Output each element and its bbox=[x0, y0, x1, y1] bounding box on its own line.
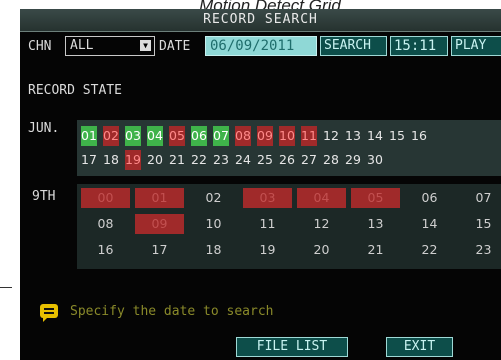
hour-cell[interactable]: 15 bbox=[459, 214, 501, 234]
divider bbox=[0, 287, 12, 288]
day-cell[interactable]: 10 bbox=[279, 126, 295, 146]
day-cell[interactable]: 28 bbox=[323, 150, 339, 170]
channel-value: ALL bbox=[70, 38, 94, 53]
day-cell[interactable]: 26 bbox=[279, 150, 295, 170]
hour-cell[interactable]: 16 bbox=[81, 240, 130, 260]
hour-cell[interactable]: 18 bbox=[189, 240, 238, 260]
hour-cell[interactable]: 14 bbox=[405, 214, 454, 234]
selected-day-label: 9TH bbox=[32, 189, 56, 204]
month-label: JUN. bbox=[28, 121, 60, 136]
day-cell[interactable]: 01 bbox=[81, 126, 97, 146]
dropdown-arrow-icon[interactable]: ▼ bbox=[140, 40, 151, 51]
day-cell[interactable]: 14 bbox=[367, 126, 383, 146]
hour-cell[interactable]: 00 bbox=[81, 188, 130, 208]
day-cell[interactable]: 30 bbox=[367, 150, 383, 170]
chn-label: CHN bbox=[28, 39, 52, 54]
hour-cell[interactable]: 20 bbox=[297, 240, 346, 260]
hour-cell[interactable]: 07 bbox=[459, 188, 501, 208]
dvr-screen: RECORD SEARCH CHN ALL ▼ DATE 06/09/2011 … bbox=[20, 9, 501, 360]
search-button[interactable]: SEARCH bbox=[320, 36, 387, 56]
hour-cell[interactable]: 23 bbox=[459, 240, 501, 260]
hour-cell[interactable]: 04 bbox=[297, 188, 346, 208]
record-state-label: RECORD STATE bbox=[28, 83, 122, 98]
calendar-grid: 01 02 03 04 05 06 07 08 09 10 11 12 13 14 15 16 17 18 19 20… bbox=[77, 120, 501, 176]
day-cell[interactable]: 22 bbox=[191, 150, 207, 170]
day-cell[interactable]: 11 bbox=[301, 126, 317, 146]
day-cell[interactable]: 21 bbox=[169, 150, 185, 170]
hour-cell[interactable]: 08 bbox=[81, 214, 130, 234]
message-icon bbox=[40, 304, 58, 322]
day-cell[interactable]: 25 bbox=[257, 150, 273, 170]
hour-cell[interactable]: 01 bbox=[135, 188, 184, 208]
day-cell[interactable]: 19 bbox=[125, 150, 141, 170]
day-cell[interactable]: 12 bbox=[323, 126, 339, 146]
window-title: RECORD SEARCH bbox=[20, 9, 501, 32]
hour-cell[interactable]: 12 bbox=[297, 214, 346, 234]
hint-text: Specify the date to search bbox=[70, 304, 274, 319]
day-cell[interactable]: 24 bbox=[235, 150, 251, 170]
hour-cell[interactable]: 10 bbox=[189, 214, 238, 234]
hour-cell[interactable]: 13 bbox=[351, 214, 400, 234]
hour-cell[interactable]: 06 bbox=[405, 188, 454, 208]
date-field[interactable]: 06/09/2011 bbox=[205, 36, 317, 56]
day-cell[interactable]: 23 bbox=[213, 150, 229, 170]
hour-grid: 00 01 02 03 04 05 06 07 08 09 10 11 12 13 14 15 16 17 18 19… bbox=[77, 184, 501, 269]
hour-cell[interactable]: 11 bbox=[243, 214, 292, 234]
hour-cell[interactable]: 21 bbox=[351, 240, 400, 260]
day-cell[interactable]: 06 bbox=[191, 126, 207, 146]
time-field[interactable]: 15:11 bbox=[390, 36, 448, 56]
day-cell[interactable]: 13 bbox=[345, 126, 361, 146]
day-cell[interactable]: 16 bbox=[411, 126, 427, 146]
file-list-button[interactable]: FILE LIST bbox=[236, 337, 348, 357]
day-cell[interactable]: 04 bbox=[147, 126, 163, 146]
day-cell[interactable]: 15 bbox=[389, 126, 405, 146]
channel-select[interactable]: ALL ▼ bbox=[65, 36, 155, 56]
day-cell[interactable]: 03 bbox=[125, 126, 141, 146]
hour-cell[interactable]: 17 bbox=[135, 240, 184, 260]
hour-cell[interactable]: 09 bbox=[135, 214, 184, 234]
day-cell[interactable]: 27 bbox=[301, 150, 317, 170]
day-cell[interactable]: 17 bbox=[81, 150, 97, 170]
hour-cell[interactable]: 05 bbox=[351, 188, 400, 208]
exit-button[interactable]: EXIT bbox=[386, 337, 453, 357]
hour-cell[interactable]: 22 bbox=[405, 240, 454, 260]
day-cell[interactable]: 29 bbox=[345, 150, 361, 170]
day-cell[interactable]: 18 bbox=[103, 150, 119, 170]
play-button[interactable]: PLAY bbox=[451, 36, 501, 56]
date-label: DATE bbox=[159, 39, 191, 54]
day-cell[interactable]: 02 bbox=[103, 126, 119, 146]
hour-cell[interactable]: 03 bbox=[243, 188, 292, 208]
day-cell[interactable]: 09 bbox=[257, 126, 273, 146]
day-cell[interactable]: 05 bbox=[169, 126, 185, 146]
hour-cell[interactable]: 02 bbox=[189, 188, 238, 208]
hour-cell[interactable]: 19 bbox=[243, 240, 292, 260]
day-cell[interactable]: 07 bbox=[213, 126, 229, 146]
day-cell[interactable]: 08 bbox=[235, 126, 251, 146]
day-cell[interactable]: 20 bbox=[147, 150, 163, 170]
